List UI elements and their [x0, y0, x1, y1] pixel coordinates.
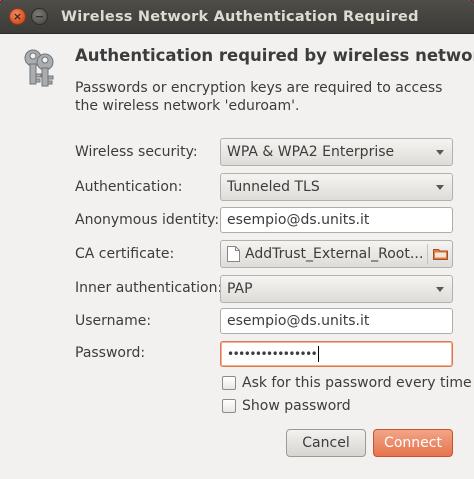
inner-authentication-value: PAP [227, 281, 253, 297]
ask-password-label: Ask for this password every time [242, 375, 472, 391]
document-icon [227, 246, 240, 262]
ca-certificate-label: CA certificate: [75, 246, 175, 262]
close-icon: × [12, 10, 23, 23]
ask-password-checkbox-row[interactable]: Ask for this password every time [222, 375, 472, 391]
cancel-button[interactable]: Cancel [286, 429, 366, 457]
dialog-description: Passwords or encryption keys are require… [75, 80, 443, 114]
wireless-security-label: Wireless security: [75, 144, 198, 160]
anonymous-identity-input[interactable]: esempio@ds.units.it [220, 207, 453, 233]
ca-certificate-filename: AddTrust_External_Root.… [245, 246, 425, 262]
separator [427, 244, 428, 264]
auth-dialog: × − Wireless Network Authentication Requ… [0, 0, 474, 479]
title-bar[interactable]: × − Wireless Network Authentication Requ… [0, 0, 474, 34]
username-label: Username: [75, 313, 152, 329]
show-password-checkbox[interactable] [222, 399, 236, 413]
wireless-security-select[interactable]: WPA & WPA2 Enterprise [220, 138, 453, 166]
text-cursor [318, 346, 320, 362]
inner-authentication-select[interactable]: PAP [220, 275, 453, 303]
dialog-heading: Authentication required by wireless netw… [75, 46, 474, 65]
connect-button[interactable]: Connect [373, 429, 453, 457]
ask-password-checkbox[interactable] [222, 376, 236, 390]
username-input[interactable]: esempio@ds.units.it [220, 308, 453, 334]
anonymous-identity-label: Anonymous identity: [75, 212, 220, 228]
chevron-down-icon [436, 287, 444, 292]
authentication-label: Authentication: [75, 179, 183, 195]
chevron-down-icon [436, 150, 444, 155]
close-button[interactable]: × [9, 8, 26, 25]
dialog-content: Authentication required by wireless netw… [0, 34, 474, 479]
window-title: Wireless Network Authentication Required [61, 8, 419, 25]
password-input[interactable]: •••••••••••••••• [220, 341, 453, 367]
show-password-checkbox-row[interactable]: Show password [222, 398, 351, 414]
minimize-icon: − [34, 10, 45, 23]
wireless-security-value: WPA & WPA2 Enterprise [227, 144, 395, 160]
inner-authentication-label: Inner authentication: [75, 280, 223, 296]
minimize-button[interactable]: − [31, 8, 48, 25]
show-password-label: Show password [242, 398, 351, 414]
chevron-down-icon [436, 185, 444, 190]
authentication-value: Tunneled TLS [227, 179, 320, 195]
password-label: Password: [75, 345, 146, 361]
password-masked-value: •••••••••••••••• [227, 347, 318, 361]
folder-icon [433, 249, 448, 260]
authentication-select[interactable]: Tunneled TLS [220, 173, 453, 201]
keys-icon [24, 49, 54, 87]
ca-certificate-file-chooser[interactable]: AddTrust_External_Root.… [220, 240, 453, 268]
